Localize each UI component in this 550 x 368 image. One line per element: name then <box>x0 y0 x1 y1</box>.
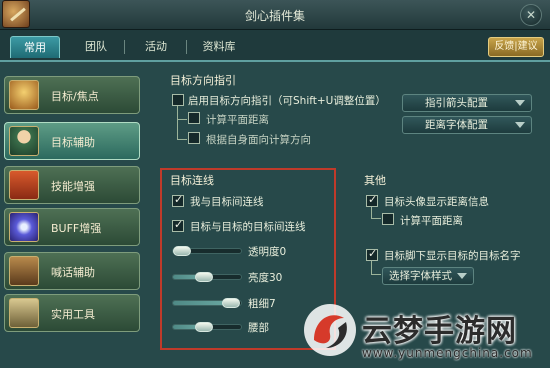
sidebar-item-label: 目标/焦点 <box>51 90 99 103</box>
slider-handle[interactable] <box>194 272 213 282</box>
watermark-brand: 云梦手游网 <box>362 314 517 349</box>
sidebar-item-utility-tools[interactable]: 实用工具 <box>4 294 140 332</box>
dropdown-value: 选择字体样式 <box>389 270 452 282</box>
assist-icon <box>9 126 39 156</box>
feedback-button[interactable]: 反馈|建议 <box>488 37 544 57</box>
brightness-label: 亮度30 <box>248 272 283 284</box>
self-link-checkbox[interactable] <box>172 193 184 207</box>
buff-icon <box>9 212 39 242</box>
dropdown-value: 距离字体配置 <box>425 119 488 131</box>
plane-distance-other-label: 计算平面距离 <box>400 215 463 227</box>
tab-activity[interactable]: 活动 <box>134 36 178 58</box>
title-bar: 剑心插件集 ✕ <box>0 0 550 30</box>
window-title: 剑心插件集 <box>244 9 305 23</box>
plane-distance-checkbox[interactable] <box>188 112 200 124</box>
sidebar-item-label: 技能增强 <box>51 180 95 193</box>
target-icon <box>9 80 39 110</box>
tab-team[interactable]: 团队 <box>76 36 116 58</box>
tree-connector <box>177 106 187 120</box>
target-target-link-checkbox[interactable] <box>172 218 184 232</box>
foot-name-checkbox[interactable] <box>366 247 378 261</box>
opacity-label: 透明度0 <box>248 246 287 258</box>
enable-direction-label: 启用目标方向指引（可Shift+U调整位置） <box>188 95 386 107</box>
foot-name-label: 目标脚下显示目标的目标名字 <box>384 250 521 262</box>
sidebar-item-label: 喊话辅助 <box>51 266 95 279</box>
tab-bar: 常用 团队 活动 资料库 反馈|建议 <box>0 30 550 60</box>
tab-divider <box>124 40 125 54</box>
tab-common[interactable]: 常用 <box>10 36 60 58</box>
tree-connector <box>371 261 381 275</box>
tree-connector <box>371 207 381 219</box>
plane-distance-other-checkbox[interactable] <box>382 213 394 225</box>
chevron-down-icon <box>457 273 467 279</box>
sidebar-item-label: 目标辅助 <box>51 136 95 149</box>
thickness-slider[interactable] <box>172 298 242 308</box>
font-config-dropdown[interactable]: 距离字体配置 <box>402 116 532 134</box>
chevron-down-icon <box>515 100 525 106</box>
avatar-distance-checkbox[interactable] <box>366 193 378 207</box>
brightness-slider[interactable] <box>172 272 242 282</box>
waist-label: 腰部 <box>248 322 269 334</box>
sidebar-item-skill-boost[interactable]: 技能增强 <box>4 166 140 204</box>
thickness-label: 粗细7 <box>248 298 276 310</box>
direction-section-title: 目标方向指引 <box>170 74 236 87</box>
sidebar-item-target-assist[interactable]: 目标辅助 <box>4 122 140 160</box>
arrow-config-dropdown[interactable]: 指引箭头配置 <box>402 94 532 112</box>
other-section-title: 其他 <box>364 174 386 187</box>
chevron-down-icon <box>515 122 525 128</box>
slider-handle[interactable] <box>221 298 240 308</box>
avatar-distance-label: 目标头像显示距离信息 <box>384 196 489 208</box>
skill-icon <box>9 170 39 200</box>
self-link-label: 我与目标间连线 <box>190 196 264 208</box>
opacity-slider[interactable] <box>172 246 242 256</box>
sidebar-item-buff-boost[interactable]: BUFF增强 <box>4 208 140 246</box>
tool-icon <box>9 298 39 328</box>
close-icon: ✕ <box>525 8 537 22</box>
font-style-dropdown[interactable]: 选择字体样式 <box>382 267 474 285</box>
facing-direction-checkbox[interactable] <box>188 132 200 144</box>
close-button[interactable]: ✕ <box>520 4 542 26</box>
slider-handle[interactable] <box>194 322 213 332</box>
dropdown-value: 指引箭头配置 <box>425 97 488 109</box>
facing-direction-label: 根据自身面向计算方向 <box>206 134 311 146</box>
sidebar-item-label: BUFF增强 <box>51 222 102 235</box>
shout-icon <box>9 256 39 286</box>
tab-divider <box>186 40 187 54</box>
slider-handle[interactable] <box>173 246 191 256</box>
watermark-logo-icon <box>304 304 356 356</box>
tab-database[interactable]: 资料库 <box>194 36 244 58</box>
watermark-url: www.yunmengchina.com <box>362 346 533 360</box>
target-target-link-label: 目标与目标的目标间连线 <box>190 221 306 233</box>
plane-distance-label: 计算平面距离 <box>206 114 269 126</box>
sidebar-item-target-focus[interactable]: 目标/焦点 <box>4 76 140 114</box>
enable-direction-checkbox[interactable] <box>172 94 184 106</box>
waist-slider[interactable] <box>172 322 242 332</box>
sidebar-item-shout-assist[interactable]: 喊话辅助 <box>4 252 140 290</box>
sidebar-item-label: 实用工具 <box>51 308 95 321</box>
tree-connector <box>177 120 187 140</box>
link-section-title: 目标连线 <box>170 174 214 187</box>
